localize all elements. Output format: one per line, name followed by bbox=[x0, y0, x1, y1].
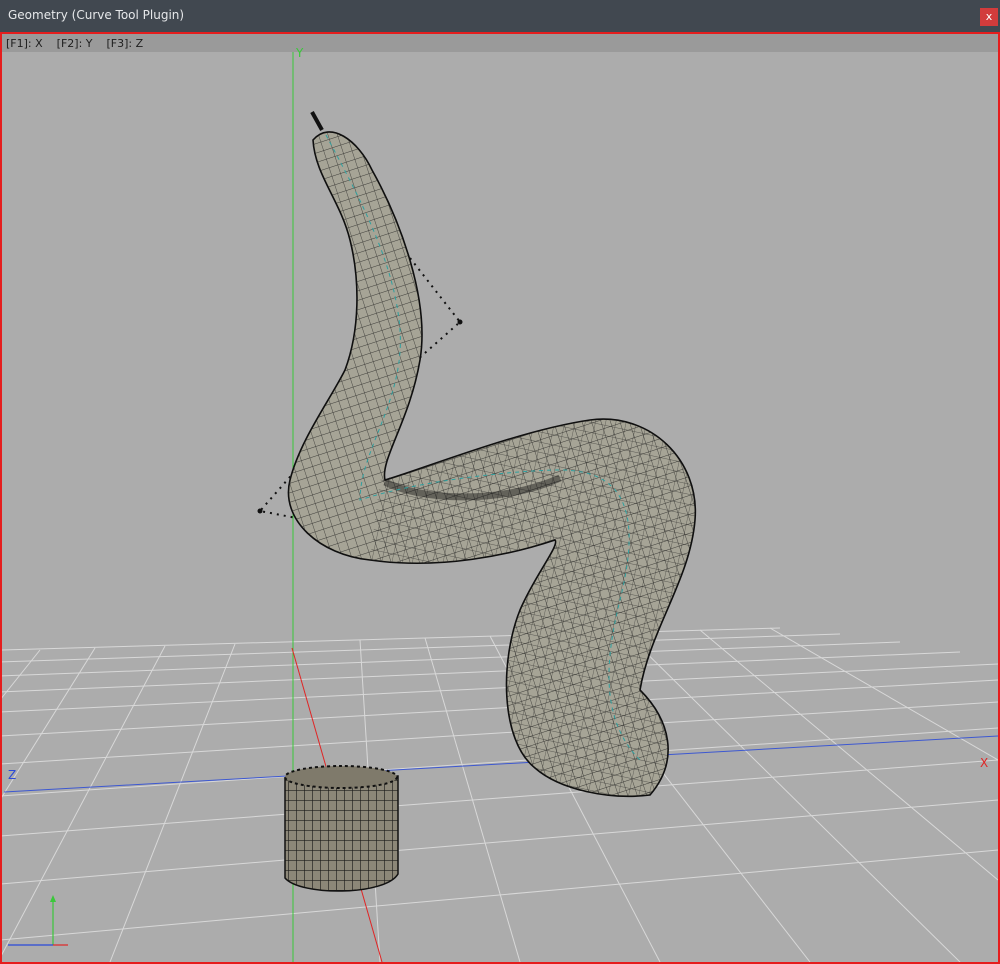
scene-canvas[interactable] bbox=[2, 34, 998, 962]
cylinder-mesh[interactable] bbox=[284, 765, 399, 892]
ground-grid bbox=[2, 627, 998, 962]
z-axis-label: Z bbox=[8, 768, 17, 782]
hotkey-x-view[interactable]: [F1]: X bbox=[6, 37, 43, 50]
orientation-gizmo bbox=[8, 895, 68, 946]
hotkey-z-view[interactable]: [F3]: Z bbox=[107, 37, 144, 50]
3d-viewport[interactable]: [F1]: X [F2]: Y [F3]: Z Y Z X bbox=[0, 32, 1000, 964]
hotkey-y-view[interactable]: [F2]: Y bbox=[57, 37, 93, 50]
plugin-window: Geometry (Curve Tool Plugin) x [F1]: X [… bbox=[0, 0, 1000, 964]
hotkey-bar: [F1]: X [F2]: Y [F3]: Z bbox=[2, 34, 998, 52]
title-bar[interactable]: Geometry (Curve Tool Plugin) x bbox=[0, 0, 1000, 32]
close-button[interactable]: x bbox=[980, 8, 998, 26]
y-axis-label: Y bbox=[296, 46, 304, 60]
window-title: Geometry (Curve Tool Plugin) bbox=[8, 8, 185, 22]
x-axis-label: X bbox=[980, 756, 989, 770]
curve-tube-mesh[interactable] bbox=[287, 111, 697, 798]
